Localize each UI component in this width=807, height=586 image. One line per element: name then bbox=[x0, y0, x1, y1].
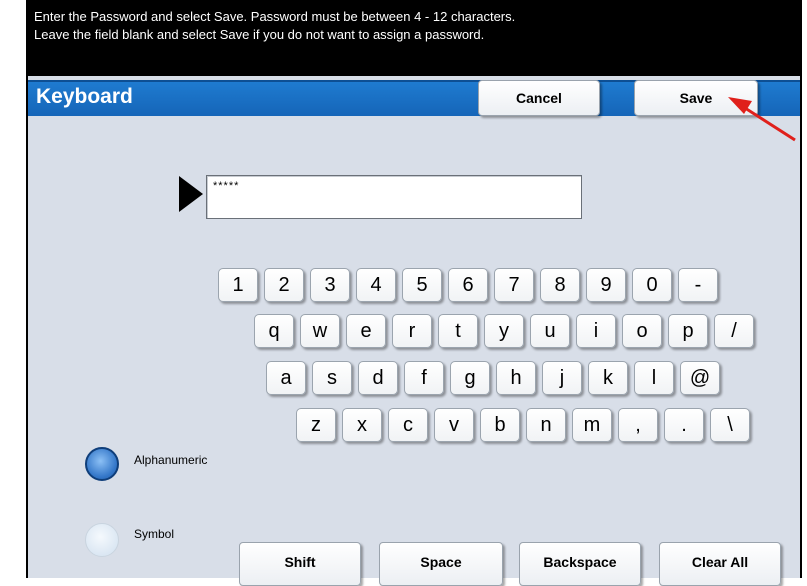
key-row3-4[interactable]: g bbox=[450, 361, 490, 395]
key-row2-6[interactable]: u bbox=[530, 314, 570, 348]
space-button[interactable]: Space bbox=[379, 542, 503, 586]
key-row2-8[interactable]: o bbox=[622, 314, 662, 348]
key-row2-3[interactable]: r bbox=[392, 314, 432, 348]
key-row3-3[interactable]: f bbox=[404, 361, 444, 395]
key-row2-4[interactable]: t bbox=[438, 314, 478, 348]
key-row4-0[interactable]: z bbox=[296, 408, 336, 442]
cancel-button[interactable]: Cancel bbox=[478, 80, 600, 116]
page-title: Keyboard bbox=[36, 85, 133, 108]
key-row3-7[interactable]: k bbox=[588, 361, 628, 395]
key-row2-7[interactable]: i bbox=[576, 314, 616, 348]
key-row1-0[interactable]: 1 bbox=[218, 268, 258, 302]
key-row3-8[interactable]: l bbox=[634, 361, 674, 395]
keyboard-screen: Enter the Password and select Save. Pass… bbox=[26, 0, 802, 586]
key-row4-1[interactable]: x bbox=[342, 408, 382, 442]
instruction-banner: Enter the Password and select Save. Pass… bbox=[28, 0, 800, 76]
alphanumeric-radio[interactable] bbox=[85, 447, 119, 481]
key-row1-7[interactable]: 8 bbox=[540, 268, 580, 302]
symbol-label: Symbol bbox=[134, 527, 175, 541]
instruction-line-1: Enter the Password and select Save. Pass… bbox=[34, 9, 516, 24]
key-row3-5[interactable]: h bbox=[496, 361, 536, 395]
key-row1-3[interactable]: 4 bbox=[356, 268, 396, 302]
key-row4-4[interactable]: b bbox=[480, 408, 520, 442]
save-button[interactable]: Save bbox=[634, 80, 758, 116]
key-row2-1[interactable]: w bbox=[300, 314, 340, 348]
key-row3-0[interactable]: a bbox=[266, 361, 306, 395]
key-row1-9[interactable]: 0 bbox=[632, 268, 672, 302]
key-row1-4[interactable]: 5 bbox=[402, 268, 442, 302]
key-row1-6[interactable]: 7 bbox=[494, 268, 534, 302]
key-row4-8[interactable]: . bbox=[664, 408, 704, 442]
key-row3-1[interactable]: s bbox=[312, 361, 352, 395]
alphanumeric-label: Alphanumeric bbox=[134, 453, 208, 467]
key-row4-9[interactable]: \ bbox=[710, 408, 750, 442]
instruction-line-2: Leave the field blank and select Save if… bbox=[34, 27, 485, 42]
key-row2-0[interactable]: q bbox=[254, 314, 294, 348]
key-row2-9[interactable]: p bbox=[668, 314, 708, 348]
key-row2-5[interactable]: y bbox=[484, 314, 524, 348]
shift-button[interactable]: Shift bbox=[239, 542, 361, 586]
backspace-button[interactable]: Backspace bbox=[519, 542, 641, 586]
key-row3-6[interactable]: j bbox=[542, 361, 582, 395]
field-pointer-icon bbox=[179, 176, 203, 212]
key-row1-2[interactable]: 3 bbox=[310, 268, 350, 302]
key-row2-2[interactable]: e bbox=[346, 314, 386, 348]
key-row4-2[interactable]: c bbox=[388, 408, 428, 442]
password-field[interactable]: ***** bbox=[206, 175, 582, 219]
key-row4-3[interactable]: v bbox=[434, 408, 474, 442]
key-row4-5[interactable]: n bbox=[526, 408, 566, 442]
key-row3-2[interactable]: d bbox=[358, 361, 398, 395]
key-row2-10[interactable]: / bbox=[714, 314, 754, 348]
key-row4-7[interactable]: , bbox=[618, 408, 658, 442]
key-row1-8[interactable]: 9 bbox=[586, 268, 626, 302]
key-row1-5[interactable]: 6 bbox=[448, 268, 488, 302]
clear-all-button[interactable]: Clear All bbox=[659, 542, 781, 586]
key-row4-6[interactable]: m bbox=[572, 408, 612, 442]
key-row3-9[interactable]: @ bbox=[680, 361, 720, 395]
key-row1-1[interactable]: 2 bbox=[264, 268, 304, 302]
symbol-radio[interactable] bbox=[85, 523, 119, 557]
key-row1-10[interactable]: - bbox=[678, 268, 718, 302]
